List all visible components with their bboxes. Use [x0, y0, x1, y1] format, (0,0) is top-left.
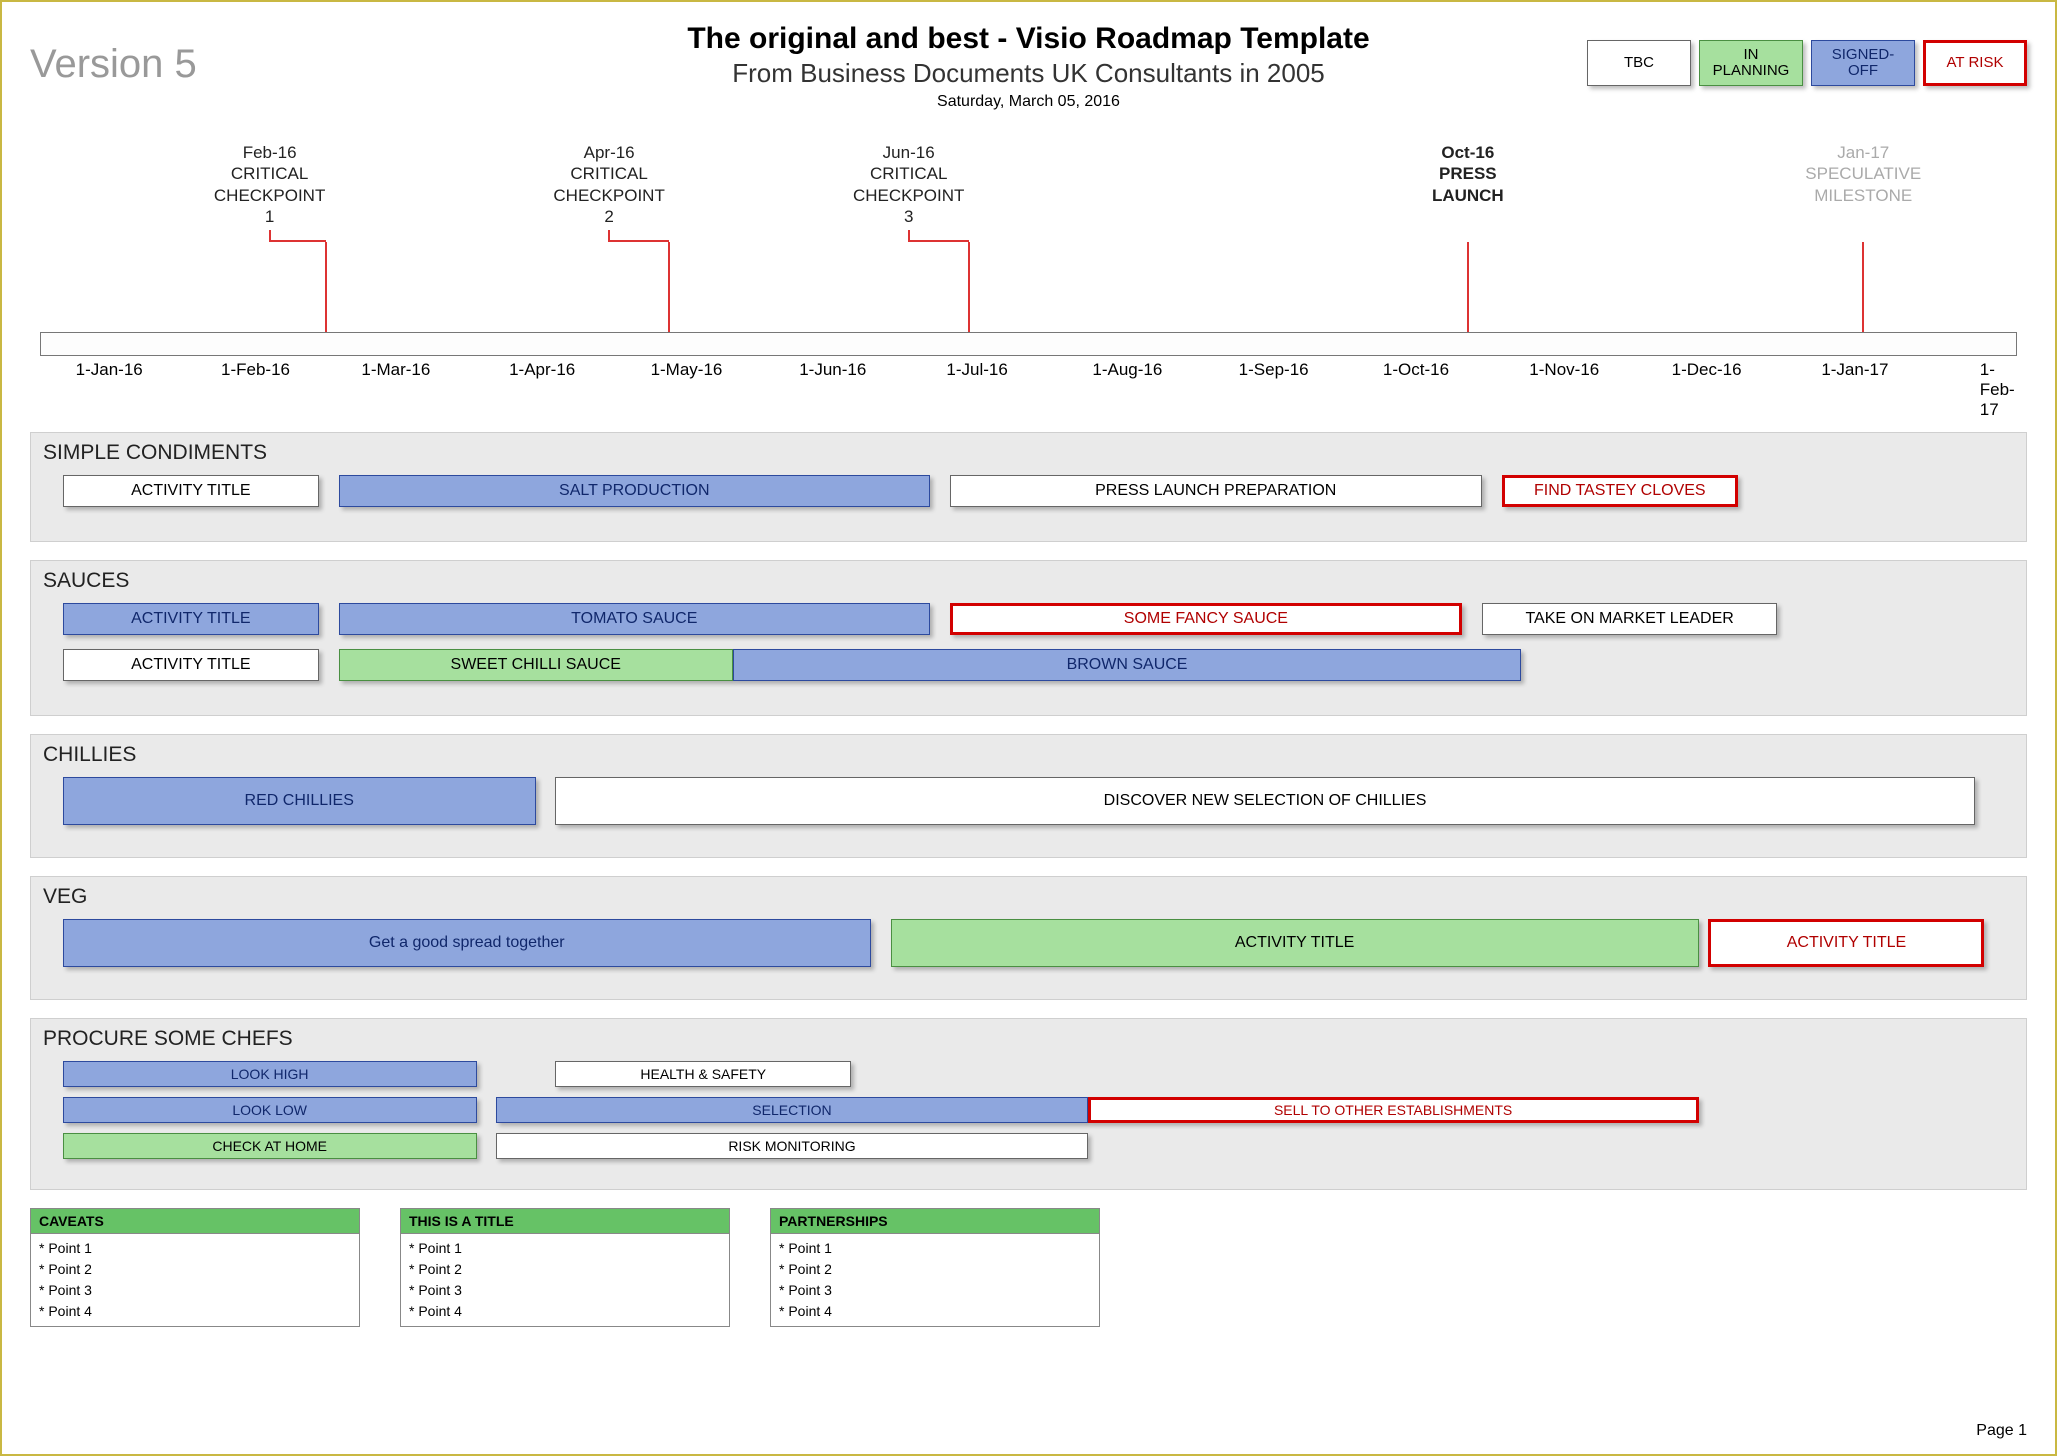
tick-label: 1-Oct-16 [1383, 360, 1449, 380]
info-point: * Point 4 [409, 1301, 721, 1322]
timeline: Feb-16CRITICALCHECKPOINT1✕Apr-16CRITICAL… [30, 142, 2027, 422]
workstream: SAUCES ACTIVITY TITLE TOMATO SAUCE SOME FAN… [30, 560, 2027, 716]
milestone-label: Jan-17SPECULATIVEMILESTONE [1805, 142, 1921, 206]
title-date: Saturday, March 05, 2016 [30, 93, 2027, 111]
info-body: * Point 1* Point 2* Point 3* Point 4 [771, 1234, 1099, 1326]
page-number: Page 1 [1976, 1422, 2027, 1440]
activity-bar[interactable]: TAKE ON MARKET LEADER [1482, 603, 1778, 635]
tick-label: 1-Sep-16 [1239, 360, 1309, 380]
activity-bar[interactable]: SOME FANCY SAUCE [950, 603, 1462, 635]
milestone-label: Jun-16CRITICALCHECKPOINT3 [853, 142, 964, 227]
activity-bar[interactable]: LOOK HIGH [63, 1061, 477, 1087]
info-point: * Point 1 [779, 1238, 1091, 1259]
milestone-label: Apr-16CRITICALCHECKPOINT2 [553, 142, 664, 227]
info-point: * Point 1 [39, 1238, 351, 1259]
activity-bar[interactable]: ACTIVITY TITLE [1708, 919, 1984, 967]
activity-bar[interactable]: ACTIVITY TITLE [891, 919, 1699, 967]
info-box: PARTNERSHIPS* Point 1* Point 2* Point 3*… [770, 1208, 1100, 1327]
activity-bar[interactable]: CHECK AT HOME [63, 1133, 477, 1159]
workstream: VEG Get a good spread together ACTIVITY TI… [30, 876, 2027, 1000]
info-title: CAVEATS [31, 1209, 359, 1234]
activity-bar[interactable]: LOOK LOW [63, 1097, 477, 1123]
workstream: CHILLIES RED CHILLIES DISCOVER NEW SELECTI… [30, 734, 2027, 858]
activity-bar[interactable]: DISCOVER NEW SELECTION OF CHILLIES [555, 777, 1974, 825]
info-point: * Point 2 [39, 1259, 351, 1280]
legend-risk: AT RISK [1923, 40, 2027, 86]
info-box: CAVEATS* Point 1* Point 2* Point 3* Poin… [30, 1208, 360, 1327]
activity-bar[interactable]: BROWN SAUCE [733, 649, 1521, 681]
workstream-title: SIMPLE CONDIMENTS [43, 441, 2014, 465]
activity-bar[interactable]: SELECTION [496, 1097, 1087, 1123]
tick-label: 1-Dec-16 [1672, 360, 1742, 380]
tick-label: 1-Feb-16 [221, 360, 290, 380]
info-box: THIS IS A TITLE* Point 1* Point 2* Point… [400, 1208, 730, 1327]
info-body: * Point 1* Point 2* Point 3* Point 4 [31, 1234, 359, 1326]
tick-label: 1-Apr-16 [509, 360, 575, 380]
version-label: Version 5 [30, 42, 197, 87]
info-point: * Point 1 [409, 1238, 721, 1259]
legend-signed: SIGNED-OFF [1811, 40, 1915, 86]
info-point: * Point 2 [409, 1259, 721, 1280]
activity-bar[interactable]: ACTIVITY TITLE [63, 475, 319, 507]
tick-label: 1-Mar-16 [361, 360, 430, 380]
tick-label: 1-Jun-16 [799, 360, 866, 380]
workstream: PROCURE SOME CHEFS LOOK HIGH HEALTH & SAFE… [30, 1018, 2027, 1190]
workstream-title: PROCURE SOME CHEFS [43, 1027, 2014, 1051]
activity-bar[interactable]: SALT PRODUCTION [339, 475, 930, 507]
info-title: THIS IS A TITLE [401, 1209, 729, 1234]
activity-bar[interactable]: Get a good spread together [63, 919, 871, 967]
tick-label: 1-Jan-16 [76, 360, 143, 380]
activity-bar[interactable]: SWEET CHILLI SAUCE [339, 649, 733, 681]
tick-label: 1-Feb-17 [1980, 360, 2015, 420]
legend-planning: IN PLANNING [1699, 40, 1803, 86]
header: Version 5 The original and best - Visio … [30, 22, 2027, 122]
info-point: * Point 3 [779, 1280, 1091, 1301]
workstream-title: CHILLIES [43, 743, 2014, 767]
legend-tbc: TBC [1587, 40, 1691, 86]
workstream-title: VEG [43, 885, 2014, 909]
tick-label: 1-Jan-17 [1821, 360, 1888, 380]
info-body: * Point 1* Point 2* Point 3* Point 4 [401, 1234, 729, 1326]
info-title: PARTNERSHIPS [771, 1209, 1099, 1234]
tick-label: 1-Aug-16 [1092, 360, 1162, 380]
info-point: * Point 3 [409, 1280, 721, 1301]
milestone-label: Oct-16PRESSLAUNCH [1432, 142, 1504, 206]
activity-bar[interactable]: PRESS LAUNCH PREPARATION [950, 475, 1482, 507]
info-row: CAVEATS* Point 1* Point 2* Point 3* Poin… [30, 1208, 2027, 1327]
info-point: * Point 4 [39, 1301, 351, 1322]
workstream: SIMPLE CONDIMENTS ACTIVITY TITLE SALT PROD… [30, 432, 2027, 542]
tick-row: 1-Jan-16 1-Feb-16 1-Mar-16 1-Apr-16 1-May-16… [40, 360, 2017, 400]
info-point: * Point 3 [39, 1280, 351, 1301]
tick-label: 1-Jul-16 [946, 360, 1007, 380]
activity-bar[interactable]: FIND TASTEY CLOVES [1502, 475, 1739, 507]
info-point: * Point 4 [779, 1301, 1091, 1322]
legend: TBC IN PLANNING SIGNED-OFF AT RISK [1587, 40, 2027, 86]
tick-label: 1-May-16 [651, 360, 723, 380]
activity-bar[interactable]: SELL TO OTHER ESTABLISHMENTS [1088, 1097, 1699, 1123]
activity-bar[interactable]: ACTIVITY TITLE [63, 603, 319, 635]
info-point: * Point 2 [779, 1259, 1091, 1280]
time-bar [40, 332, 2017, 356]
activity-bar[interactable]: ACTIVITY TITLE [63, 649, 319, 681]
activity-bar[interactable]: HEALTH & SAFETY [555, 1061, 851, 1087]
activity-bar[interactable]: TOMATO SAUCE [339, 603, 930, 635]
activity-bar[interactable]: RED CHILLIES [63, 777, 536, 825]
tick-label: 1-Nov-16 [1529, 360, 1599, 380]
activity-bar[interactable]: RISK MONITORING [496, 1133, 1087, 1159]
milestone-label: Feb-16CRITICALCHECKPOINT1 [214, 142, 325, 227]
workstream-title: SAUCES [43, 569, 2014, 593]
